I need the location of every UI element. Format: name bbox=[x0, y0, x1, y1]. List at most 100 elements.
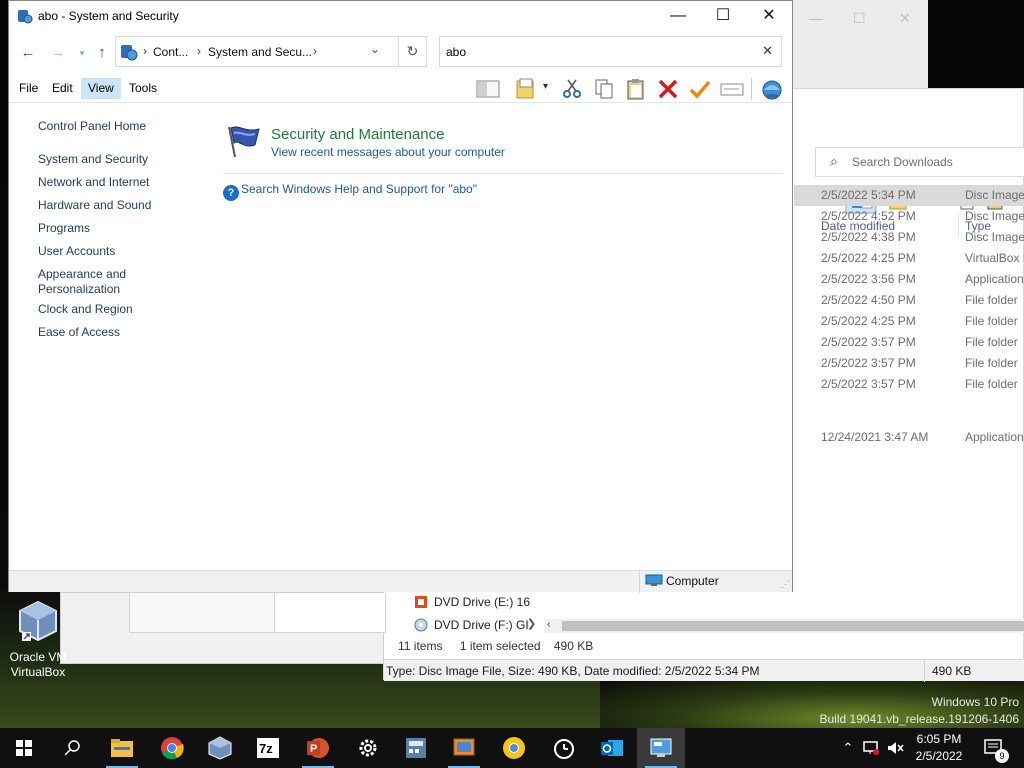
maximize-button[interactable]: ☐ bbox=[700, 5, 746, 29]
delete-icon[interactable] bbox=[655, 78, 681, 100]
copy-icon[interactable] bbox=[591, 78, 617, 100]
result-subtitle[interactable]: View recent messages about your computer bbox=[271, 145, 505, 159]
dialog-panel bbox=[274, 593, 386, 633]
breadcrumb-separator[interactable]: › bbox=[313, 44, 317, 58]
search-button[interactable] bbox=[48, 728, 96, 768]
close-button[interactable]: ✕ bbox=[746, 5, 792, 29]
close-icon[interactable]: ✕ bbox=[899, 10, 911, 27]
rename-icon[interactable] bbox=[719, 78, 745, 100]
menu-tools[interactable]: Tools bbox=[122, 78, 164, 99]
search-input[interactable]: abo ✕ bbox=[439, 36, 782, 67]
system-clock[interactable]: 6:05 PM 2/5/2022 bbox=[900, 731, 978, 765]
chevron-down-icon[interactable]: ▾ bbox=[543, 81, 548, 92]
network-status[interactable] bbox=[860, 728, 882, 768]
details-text: Type: Disc Image File, Size: 490 KB, Dat… bbox=[386, 664, 760, 678]
svg-text:P: P bbox=[310, 743, 317, 755]
nav-item-label: DVD Drive (F:) GI bbox=[434, 618, 529, 632]
table-row[interactable]: 2/5/2022 3:57 PM File folder bbox=[794, 332, 1024, 353]
table-row[interactable]: 12/24/2021 3:47 AM Application bbox=[794, 427, 1024, 448]
globe-icon[interactable] bbox=[759, 78, 785, 100]
breadcrumb-separator[interactable]: › bbox=[143, 44, 147, 58]
table-row[interactable]: 2/5/2022 3:57 PM File folder bbox=[794, 353, 1024, 374]
taskbar-file-explorer[interactable] bbox=[98, 728, 146, 768]
forward-arrow-icon[interactable]: → bbox=[47, 43, 69, 63]
breadcrumb-separator[interactable]: › bbox=[197, 44, 201, 58]
taskbar-control-panel[interactable] bbox=[637, 728, 685, 768]
sidebar-item-personalization[interactable]: Personalization bbox=[38, 282, 120, 297]
sidebar-item-hardware-sound[interactable]: Hardware and Sound bbox=[38, 198, 151, 213]
title-bar[interactable]: abo - System and Security — ☐ ✕ bbox=[9, 1, 792, 32]
taskbar-alarm-clock[interactable] bbox=[540, 728, 588, 768]
table-row[interactable]: 2/5/2022 4:50 PM File folder bbox=[794, 290, 1024, 311]
status-bar: Computer ⋰ bbox=[9, 570, 792, 593]
background-window[interactable]: — ☐ ✕ bbox=[790, 0, 928, 88]
nav-dvd-drive-e[interactable]: DVD Drive (E:) 16 bbox=[414, 595, 530, 615]
scrollbar-thumb[interactable] bbox=[562, 621, 1024, 631]
row-type: Application bbox=[965, 430, 1024, 444]
minimize-button[interactable]: — bbox=[655, 5, 701, 29]
taskbar-7zip[interactable]: 7z bbox=[244, 728, 292, 768]
properties-icon[interactable] bbox=[513, 78, 539, 100]
menu-view[interactable]: View bbox=[81, 78, 121, 99]
table-row[interactable]: 2/5/2022 4:52 PM Disc Image bbox=[794, 206, 1024, 227]
table-row[interactable]: 2/5/2022 3:56 PM Application bbox=[794, 269, 1024, 290]
checkmark-icon[interactable] bbox=[687, 78, 713, 100]
sidebar-item-user-accounts[interactable]: User Accounts bbox=[38, 244, 115, 259]
sidebar-item-ease-of-access[interactable]: Ease of Access bbox=[38, 325, 120, 340]
breadcrumb-system-security[interactable]: System and Secu... bbox=[208, 45, 312, 59]
menu-edit[interactable]: Edit bbox=[45, 78, 80, 99]
sidebar-item-control-panel-home[interactable]: Control Panel Home bbox=[38, 119, 146, 134]
control-panel-window[interactable]: abo - System and Security — ☐ ✕ ← → ▾ ↑ … bbox=[8, 0, 793, 593]
table-row[interactable]: 2/5/2022 3:57 PM File folder bbox=[794, 374, 1024, 395]
table-row[interactable]: 2/5/2022 5:34 PM Disc Image bbox=[794, 185, 1024, 206]
result-heading[interactable]: Security and Maintenance bbox=[271, 126, 444, 143]
taskbar-virtualbox-manager[interactable] bbox=[440, 728, 488, 768]
nav-item-label: DVD Drive (E:) 16 bbox=[434, 595, 531, 609]
status-location-label: Computer bbox=[666, 574, 719, 588]
clear-search-icon[interactable]: ✕ bbox=[762, 43, 773, 59]
sidebar-item-clock-region[interactable]: Clock and Region bbox=[38, 302, 133, 317]
maximize-icon[interactable]: ☐ bbox=[853, 10, 866, 27]
table-row[interactable]: 2/5/2022 4:38 PM Disc Image bbox=[794, 227, 1024, 248]
taskbar-calculator[interactable] bbox=[392, 728, 440, 768]
nav-dvd-drive-f[interactable]: DVD Drive (F:) GI bbox=[414, 618, 529, 638]
horizontal-scrollbar[interactable]: ‹ bbox=[544, 619, 1024, 633]
back-arrow-icon[interactable]: ← bbox=[17, 43, 39, 63]
preview-pane-icon[interactable] bbox=[475, 78, 501, 100]
sidebar-item-appearance[interactable]: Appearance and bbox=[38, 267, 126, 282]
cut-icon[interactable] bbox=[559, 78, 585, 100]
minimize-icon[interactable]: — bbox=[809, 10, 823, 26]
row-date-modified: 2/5/2022 5:34 PM bbox=[821, 188, 916, 202]
item-count: 11 items bbox=[398, 639, 443, 653]
taskbar-chrome-canary[interactable] bbox=[490, 728, 538, 768]
start-button[interactable] bbox=[0, 728, 48, 768]
chevron-down-icon[interactable]: ❯ bbox=[527, 617, 536, 630]
action-center-button[interactable]: 9 bbox=[982, 728, 1009, 768]
paste-icon[interactable] bbox=[623, 78, 649, 100]
desktop-icon-virtualbox[interactable]: Oracle VM VirtualBox bbox=[6, 600, 70, 680]
help-support-link[interactable]: ? Search Windows Help and Support for "ab… bbox=[223, 182, 477, 201]
show-hidden-icons[interactable]: ⌃ bbox=[838, 728, 858, 768]
resize-grip-icon[interactable]: ⋰ bbox=[781, 579, 790, 590]
sidebar-item-network-internet[interactable]: Network and Internet bbox=[38, 175, 149, 190]
table-row[interactable]: 2/5/2022 4:25 PM File folder bbox=[794, 311, 1024, 332]
up-arrow-icon[interactable]: ↑ bbox=[91, 43, 113, 63]
taskbar-powerpoint[interactable]: P bbox=[294, 728, 342, 768]
navigation-bar: ← → ▾ ↑ › Cont... › System and Secu... ›… bbox=[9, 36, 792, 70]
computer-icon bbox=[645, 574, 663, 586]
sidebar-item-system-security[interactable]: System and Security bbox=[38, 152, 148, 167]
taskbar-virtualbox[interactable] bbox=[196, 728, 244, 768]
sidebar-item-programs[interactable]: Programs bbox=[38, 221, 90, 236]
taskbar-chrome[interactable] bbox=[148, 728, 196, 768]
explorer-search-input[interactable]: ⌕ Search Downloads bbox=[815, 147, 1024, 177]
recent-locations-icon[interactable]: ▾ bbox=[71, 43, 93, 63]
table-row[interactable]: 2/5/2022 4:25 PM VirtualBox I bbox=[794, 248, 1024, 269]
address-bar[interactable]: › Cont... › System and Secu... › ⌄ bbox=[115, 36, 399, 67]
refresh-button[interactable]: ↻ bbox=[398, 36, 427, 67]
chevron-down-icon[interactable]: ⌄ bbox=[370, 42, 380, 56]
taskbar-outlook[interactable] bbox=[588, 728, 636, 768]
scroll-left-icon[interactable]: ‹ bbox=[547, 619, 550, 630]
menu-file[interactable]: File bbox=[12, 78, 45, 99]
taskbar-settings[interactable] bbox=[344, 728, 392, 768]
breadcrumb-control-panel[interactable]: Cont... bbox=[153, 45, 188, 59]
